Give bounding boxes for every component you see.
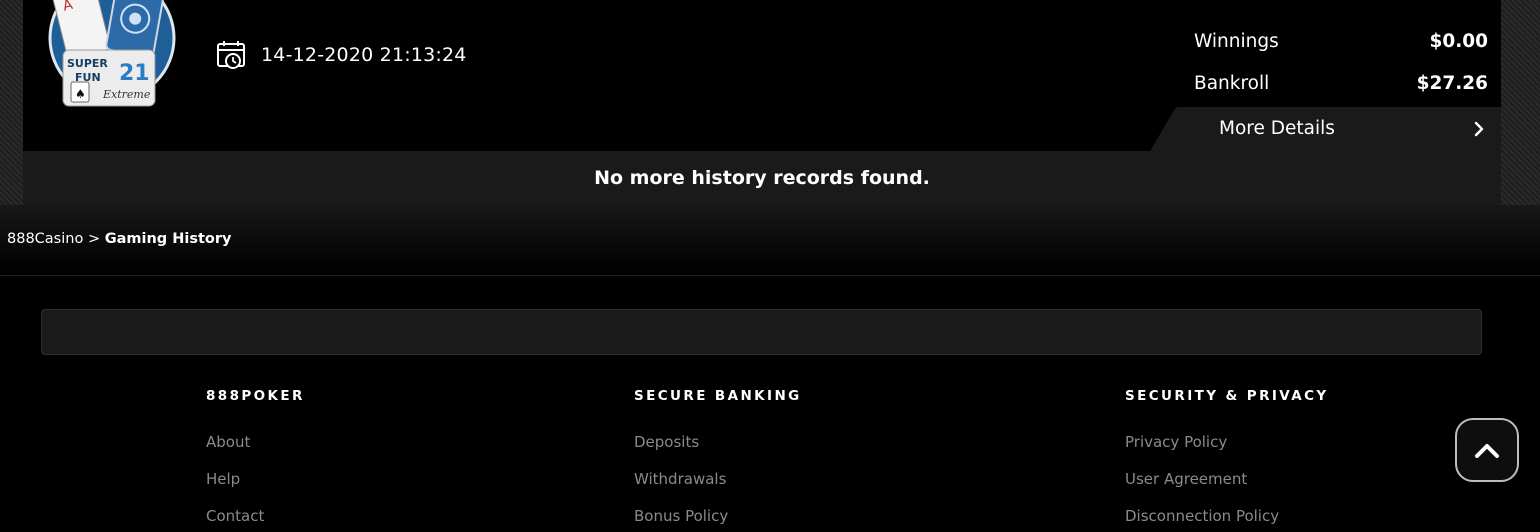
stat-row-winnings: Winnings $0.00 (1194, 20, 1488, 62)
footer-column-security-privacy: SECURITY & PRIVACY Privacy Policy User A… (1125, 388, 1329, 532)
chevron-right-icon (1474, 121, 1484, 137)
scroll-to-top-button[interactable] (1455, 418, 1519, 482)
game-logo-icon: A SUPER FUN 21 Extreme ♠ (48, 0, 176, 107)
side-texture-left (0, 0, 23, 205)
footer-heading: 888POKER (206, 388, 305, 404)
stat-value: $0.00 (1429, 30, 1488, 52)
datetime-text: 14-12-2020 21:13:24 (261, 44, 467, 66)
chevron-up-icon (1475, 444, 1499, 458)
stat-label: Winnings (1194, 30, 1279, 52)
breadcrumb: 888Casino > Gaming History (7, 231, 231, 247)
stat-value: $27.26 (1416, 72, 1488, 94)
svg-text:♠: ♠ (75, 87, 86, 101)
game-history-record: A SUPER FUN 21 Extreme ♠ 14-12-2020 21:1… (23, 0, 1501, 151)
footer-link-help[interactable]: Help (206, 470, 305, 507)
more-details-button[interactable]: More Details (1150, 107, 1501, 151)
footer-link-bonus-policy[interactable]: Bonus Policy (634, 507, 802, 532)
breadcrumb-bar: 888Casino > Gaming History (0, 205, 1540, 276)
more-details-label: More Details (1219, 118, 1335, 139)
footer-link-contact[interactable]: Contact (206, 507, 305, 532)
stat-label: Bankroll (1194, 72, 1270, 94)
footer-column-888poker: 888POKER About Help Contact (206, 388, 305, 532)
footer-link-user-agreement[interactable]: User Agreement (1125, 470, 1329, 507)
footer-heading: SECURITY & PRIVACY (1125, 388, 1329, 404)
no-more-records-message: No more history records found. (23, 151, 1501, 205)
record-stats: Winnings $0.00 Bankroll $27.26 (1194, 20, 1488, 104)
footer-link-disconnection-policy[interactable]: Disconnection Policy (1125, 507, 1329, 532)
footer-link-about[interactable]: About (206, 433, 305, 470)
side-texture-right (1501, 0, 1540, 205)
footer-column-secure-banking: SECURE BANKING Deposits Withdrawals Bonu… (634, 388, 802, 532)
stat-row-bankroll: Bankroll $27.26 (1194, 62, 1488, 104)
page: A SUPER FUN 21 Extreme ♠ 14-12-2020 21:1… (0, 0, 1540, 532)
logo-text-21: 21 (119, 61, 150, 86)
record-datetime: 14-12-2020 21:13:24 (216, 38, 467, 72)
footer-link-withdrawals[interactable]: Withdrawals (634, 470, 802, 507)
footer-banner-box (41, 309, 1482, 355)
logo-text-super: SUPER (67, 57, 108, 70)
footer-link-deposits[interactable]: Deposits (634, 433, 802, 470)
footer-heading: SECURE BANKING (634, 388, 802, 404)
logo-text-extreme: Extreme (102, 88, 151, 101)
footer-link-privacy-policy[interactable]: Privacy Policy (1125, 433, 1329, 470)
calendar-clock-icon (217, 41, 245, 69)
breadcrumb-root-link[interactable]: 888Casino (7, 231, 83, 247)
breadcrumb-separator: > (87, 231, 101, 247)
breadcrumb-current: Gaming History (104, 231, 232, 247)
